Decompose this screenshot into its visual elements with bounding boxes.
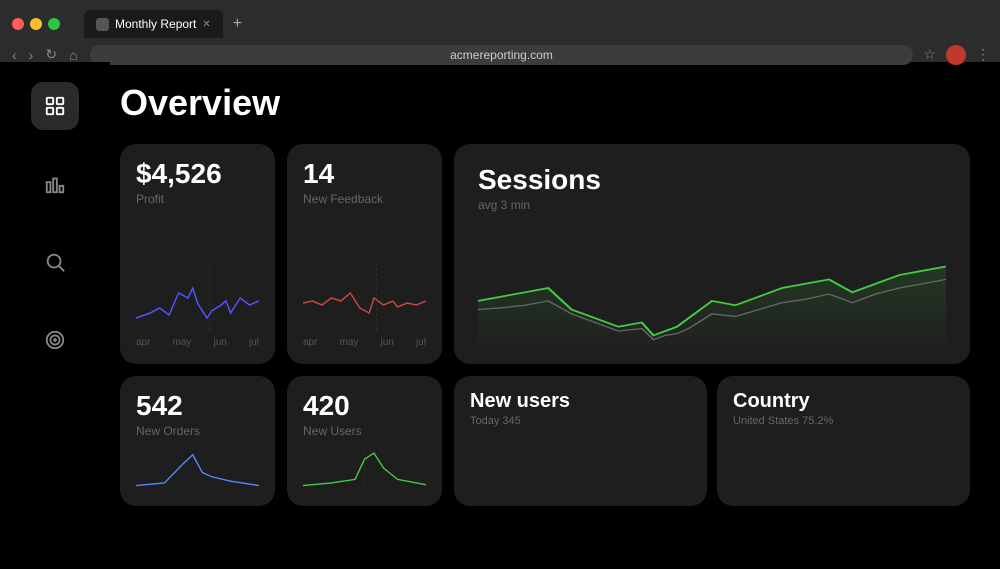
sidebar-item-goals[interactable] [31,316,79,364]
tab-favicon [96,18,109,31]
country-card: Country United States 75.2% [717,376,970,506]
sessions-sparkline [478,232,946,344]
profit-chart-area [136,216,259,333]
feedback-label: New Feedback [303,192,426,206]
profit-chart-labels: apr may jun jul [136,337,259,348]
new-users-stat-title: New users [470,390,691,413]
country-sub: United States 75.2% [733,415,954,427]
new-orders-label: New Orders [136,424,259,438]
sessions-title: Sessions [478,164,946,196]
new-users-stat-sub: Today 345 [470,415,691,427]
tabs-bar: Monthly Report ✕ + [74,10,258,38]
sidebar-item-search[interactable] [31,238,79,286]
main-content: Overview $4,526 Profit apr may jun jul [110,62,1000,569]
profit-card: $4,526 Profit apr may jun jul [120,144,275,364]
profit-sparkline [136,263,259,333]
feedback-label-jul: jul [416,337,426,348]
profit-label-jun: jun [214,337,227,348]
profit-label-may: may [173,337,192,348]
browser-chrome: Monthly Report ✕ + ‹ › ↻ ⌂ ☆ ⋮ [0,0,1000,62]
page-title: Overview [120,82,970,124]
dashboard-grid: $4,526 Profit apr may jun jul 14 [120,144,970,506]
feedback-chart-area [303,216,426,333]
feedback-sparkline [303,263,426,333]
new-users-stat-card: New users Today 345 [454,376,707,506]
sidebar-item-dashboard[interactable] [31,82,79,130]
tab-label: Monthly Report [115,17,196,31]
active-tab[interactable]: Monthly Report ✕ [84,10,223,38]
new-users-sparkline [303,446,426,490]
sidebar-item-analytics[interactable] [31,160,79,208]
profit-label-apr: apr [136,337,150,348]
new-users-stat-area: New users Today 345 Country United State… [454,376,970,506]
new-users-chart-card: 420 New Users [287,376,442,506]
new-orders-value: 542 [136,392,259,420]
sidebar [0,62,110,569]
new-orders-card: 542 New Orders [120,376,275,506]
profit-label: Profit [136,192,259,206]
country-title: Country [733,390,954,413]
close-button[interactable] [12,18,24,30]
feedback-chart-labels: apr may jun jul [303,337,426,348]
profit-value: $4,526 [136,160,259,188]
new-users-chart-label: New Users [303,424,426,438]
maximize-button[interactable] [48,18,60,30]
feedback-label-may: may [340,337,359,348]
sessions-card: Sessions avg 3 min [454,144,970,364]
app-container: Overview $4,526 Profit apr may jun jul [0,62,1000,569]
feedback-label-apr: apr [303,337,317,348]
new-orders-sparkline [136,446,259,490]
tab-close-icon[interactable]: ✕ [202,19,210,30]
feedback-card: 14 New Feedback apr may jun jul [287,144,442,364]
profit-label-jul: jul [249,337,259,348]
feedback-label-jun: jun [381,337,394,348]
traffic-lights: Monthly Report ✕ + [0,0,1000,42]
sessions-subtitle: avg 3 min [478,198,946,212]
new-tab-button[interactable]: + [227,13,248,35]
feedback-value: 14 [303,160,426,188]
minimize-button[interactable] [30,18,42,30]
new-users-chart-value: 420 [303,392,426,420]
